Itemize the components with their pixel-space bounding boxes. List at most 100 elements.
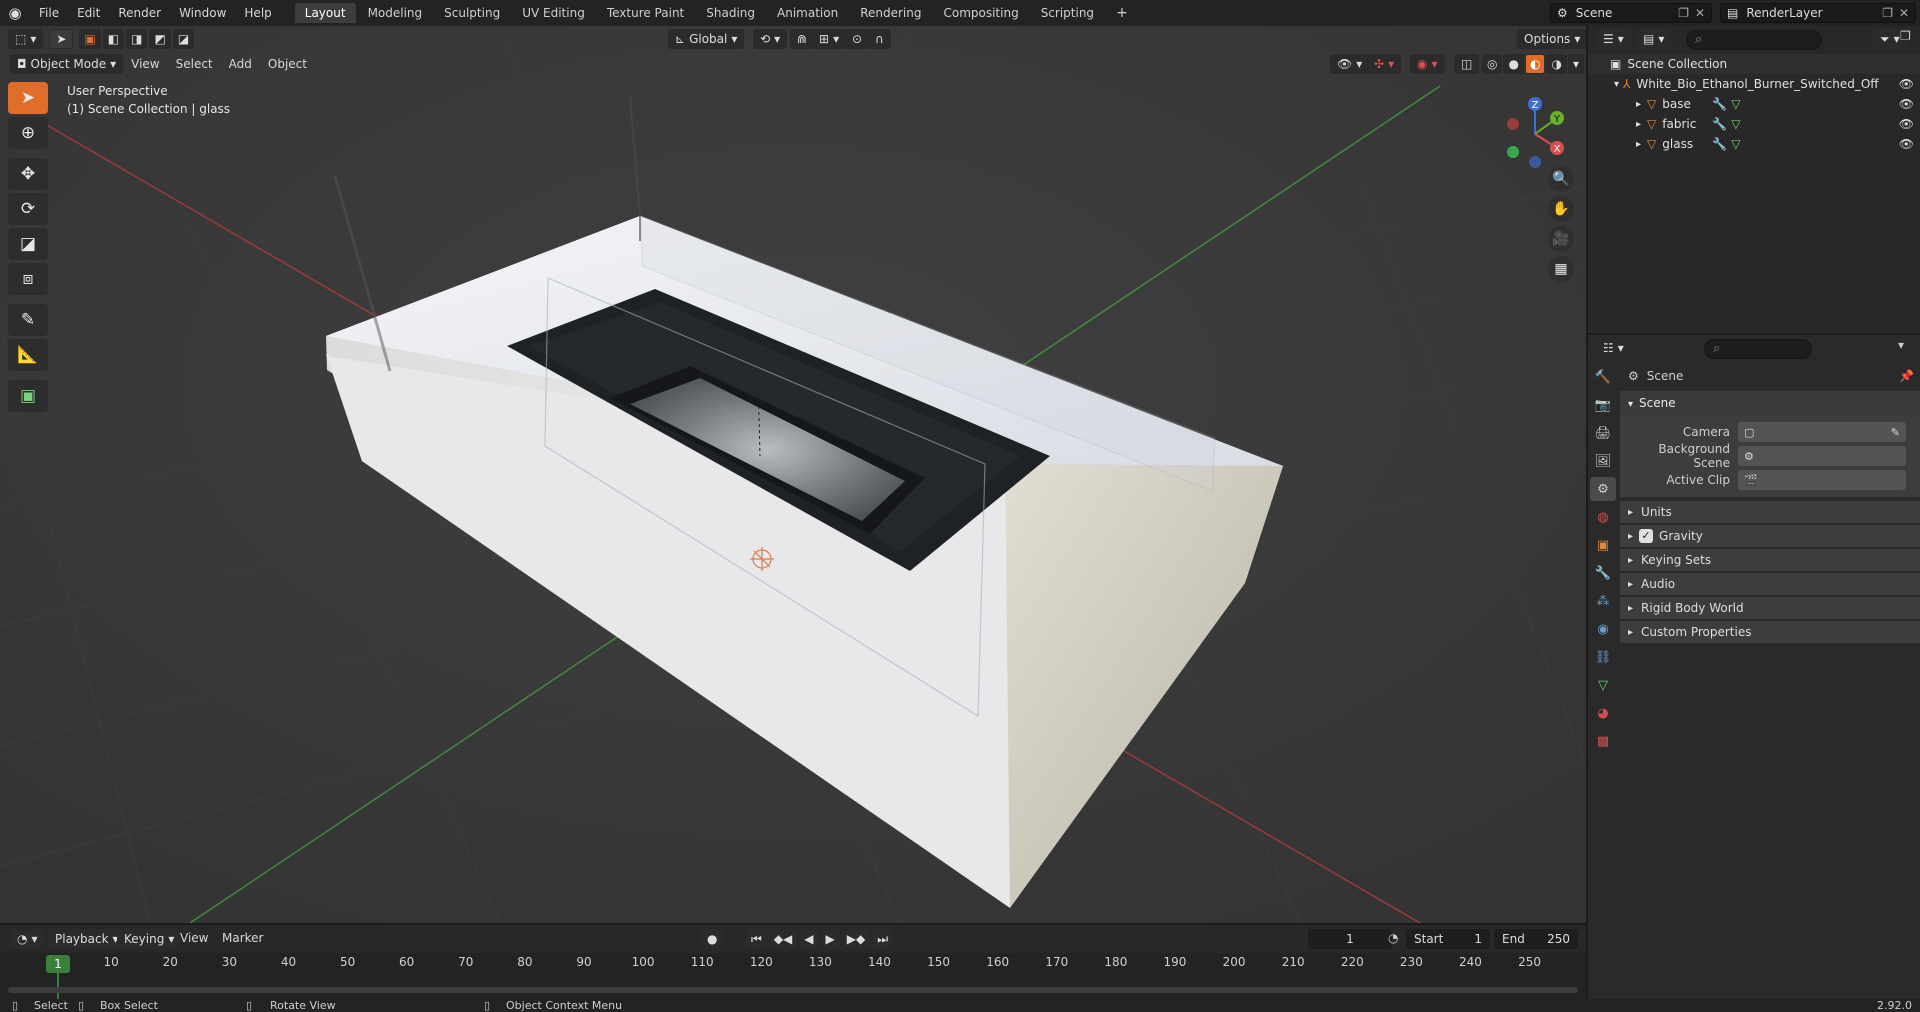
menu-edit[interactable]: Edit [68, 0, 109, 26]
rotate-tool[interactable]: ⟳ [8, 193, 48, 225]
texture-tab-icon[interactable]: ▩ [1590, 729, 1616, 753]
zoom-button[interactable]: 🔍 [1548, 166, 1574, 192]
timeline-menu-marker[interactable]: Marker [214, 931, 271, 945]
render-tab-icon[interactable]: 📷 [1590, 393, 1616, 417]
expand-arrow-icon[interactable]: ▸ [1636, 119, 1641, 130]
active-clip-input[interactable]: 🎬 [1738, 470, 1906, 490]
camera-view-button[interactable]: 🎥 [1548, 226, 1574, 252]
options-dropdown[interactable]: Options ▾ [1517, 29, 1588, 49]
play-reverse-icon[interactable]: ◀ [799, 929, 819, 949]
record-button[interactable]: ● [700, 929, 725, 949]
menu-render[interactable]: Render [109, 0, 170, 26]
eye-icon[interactable]: 👁 [1899, 117, 1914, 131]
view-layer-selector[interactable]: ▤ RenderLayer ❐ ✕ [1720, 3, 1916, 23]
close-icon[interactable]: ✕ [1899, 6, 1909, 20]
modifier-tab-icon[interactable]: 🔧 [1590, 561, 1616, 585]
outliner-row-base[interactable]: ▸ ▽ base 🔧 ▽ 👁 [1588, 94, 1920, 114]
object-tab-icon[interactable]: ▣ [1590, 533, 1616, 557]
move-tool[interactable]: ✥ [8, 158, 48, 190]
jump-end-icon[interactable]: ⏭ [872, 929, 894, 949]
tab-rendering[interactable]: Rendering [850, 3, 931, 23]
custom-properties-panel[interactable]: ▸ Custom Properties [1620, 621, 1920, 643]
invert-selection-icon[interactable]: ◩ [149, 29, 171, 49]
new-collection-button[interactable]: ❐ [1900, 29, 1911, 43]
units-panel[interactable]: ▸ Units [1620, 501, 1920, 523]
tab-modeling[interactable]: Modeling [358, 3, 433, 23]
properties-editor-type[interactable]: ☷ ▾ [1596, 338, 1631, 358]
wireframe-shading-icon[interactable]: ◎ [1482, 54, 1503, 74]
expand-arrow-icon[interactable]: ▸ [1636, 99, 1641, 110]
outliner-row-scene-collection[interactable]: ▣ Scene Collection [1588, 54, 1920, 74]
expand-arrow-icon[interactable]: ▾ [1614, 79, 1619, 90]
clock-icon[interactable]: ◔ [1388, 931, 1398, 945]
outliner-row-collection[interactable]: ▾ ⅄ White_Bio_Ethanol_Burner_Switched_Of… [1588, 74, 1920, 94]
solid-shading-icon[interactable]: ● [1503, 54, 1524, 74]
mesh-data-icon[interactable]: ▽ [1731, 117, 1740, 131]
eye-icon[interactable]: 👁 [1899, 137, 1914, 151]
scene-selector[interactable]: ⚙ Scene ❐ ✕ [1550, 3, 1712, 23]
pan-button[interactable]: ✋ [1548, 196, 1574, 222]
world-tab-icon[interactable]: ◍ [1590, 505, 1616, 529]
gravity-checkbox[interactable]: ✓ [1639, 529, 1654, 543]
select-box-tool[interactable]: ➤ [8, 82, 48, 114]
add-cube-tool[interactable]: ▣ [8, 380, 48, 412]
tab-layout[interactable]: Layout [294, 3, 356, 23]
scene-tab-icon[interactable]: ⚙ [1590, 477, 1616, 501]
outliner-row-glass[interactable]: ▸ ▽ glass 🔧 ▽ 👁 [1588, 134, 1920, 154]
3d-viewport[interactable]: ➤ ⊕ ✥ ⟳ ◪ ⧈ ✎ 📐 ▣ User Perspective (1) S… [0, 26, 1586, 923]
wrench-icon[interactable]: 🔧 [1712, 137, 1727, 151]
mode-dropdown[interactable]: ◘ Object Mode ▾ [10, 54, 124, 74]
viewport-menu-add[interactable]: Add [221, 57, 260, 71]
data-tab-icon[interactable]: ▽ [1590, 673, 1616, 697]
close-icon[interactable]: ✕ [1695, 6, 1705, 20]
proportional-edit-toggle[interactable]: ⊙ [845, 29, 870, 49]
scale-tool[interactable]: ◪ [8, 228, 48, 260]
material-tab-icon[interactable]: ◕ [1590, 701, 1616, 725]
eye-icon[interactable]: 👁 [1899, 97, 1914, 111]
keying-sets-panel[interactable]: ▸ Keying Sets [1620, 549, 1920, 571]
timeline-menu-view[interactable]: View [172, 931, 216, 945]
properties-options-button[interactable]: ▾ [1898, 338, 1904, 352]
timeline-scrollbar[interactable] [8, 987, 1578, 993]
current-frame-field[interactable]: 1 [1308, 929, 1392, 949]
cursor-tool[interactable]: ⊕ [8, 117, 48, 149]
tool-tab-icon[interactable]: 🔨 [1590, 365, 1616, 389]
annotate-tool[interactable]: ✎ [8, 304, 48, 336]
play-icon[interactable]: ▶ [820, 929, 840, 949]
camera-input[interactable]: ▢ ✎ [1738, 422, 1906, 442]
copy-icon[interactable]: ❐ [1678, 6, 1689, 20]
xray-toggle[interactable]: ◫ [1454, 54, 1480, 74]
tab-sculpting[interactable]: Sculpting [434, 3, 510, 23]
display-mode-dropdown[interactable]: ▤ ▾ [1636, 29, 1672, 49]
copy-icon[interactable]: ❐ [1882, 6, 1893, 20]
snap-dropdown[interactable]: ⊞ ▾ [812, 29, 847, 49]
mesh-data-icon[interactable]: ▽ [1731, 137, 1740, 151]
shading-options-icon[interactable]: ▾ [1567, 54, 1584, 74]
select-mode-button[interactable]: ➤ [49, 29, 74, 49]
viewport-menu-object[interactable]: Object [260, 57, 315, 71]
gizmos-toggle[interactable]: ✣ ▾ [1367, 54, 1402, 74]
wrench-icon[interactable]: 🔧 [1712, 97, 1727, 111]
next-keyframe-icon[interactable]: ▶◆ [841, 929, 871, 949]
viewport-menu-select[interactable]: Select [168, 57, 221, 71]
add-workspace-button[interactable]: + [1106, 3, 1138, 23]
subtract-selection-icon[interactable]: ◨ [126, 29, 148, 49]
editor-type-button[interactable]: ⬚ ▾ [8, 29, 44, 49]
audio-panel[interactable]: ▸ Audio [1620, 573, 1920, 595]
view-layer-tab-icon[interactable]: 🖼 [1590, 449, 1616, 473]
physics-tab-icon[interactable]: ◉ [1590, 617, 1616, 641]
start-frame-field[interactable]: Start 1 [1406, 929, 1490, 949]
mesh-data-icon[interactable]: ▽ [1731, 97, 1740, 111]
visibility-dropdown[interactable]: 👁 ▾ [1330, 54, 1370, 74]
viewport-menu-view[interactable]: View [123, 57, 167, 71]
expand-arrow-icon[interactable]: ▸ [1636, 139, 1641, 150]
menu-file[interactable]: File [30, 0, 68, 26]
measure-tool[interactable]: 📐 [8, 339, 48, 371]
falloff-dropdown[interactable]: ∩ [868, 29, 891, 49]
pivot-dropdown[interactable]: ⟲ ▾ [753, 29, 788, 49]
tab-compositing[interactable]: Compositing [933, 3, 1028, 23]
eye-icon[interactable]: 👁 [1899, 77, 1914, 91]
gravity-panel[interactable]: ▸ ✓ Gravity [1620, 525, 1920, 547]
outliner-editor-type[interactable]: ☰ ▾ [1596, 29, 1631, 49]
rigid-body-world-panel[interactable]: ▸ Rigid Body World [1620, 597, 1920, 619]
